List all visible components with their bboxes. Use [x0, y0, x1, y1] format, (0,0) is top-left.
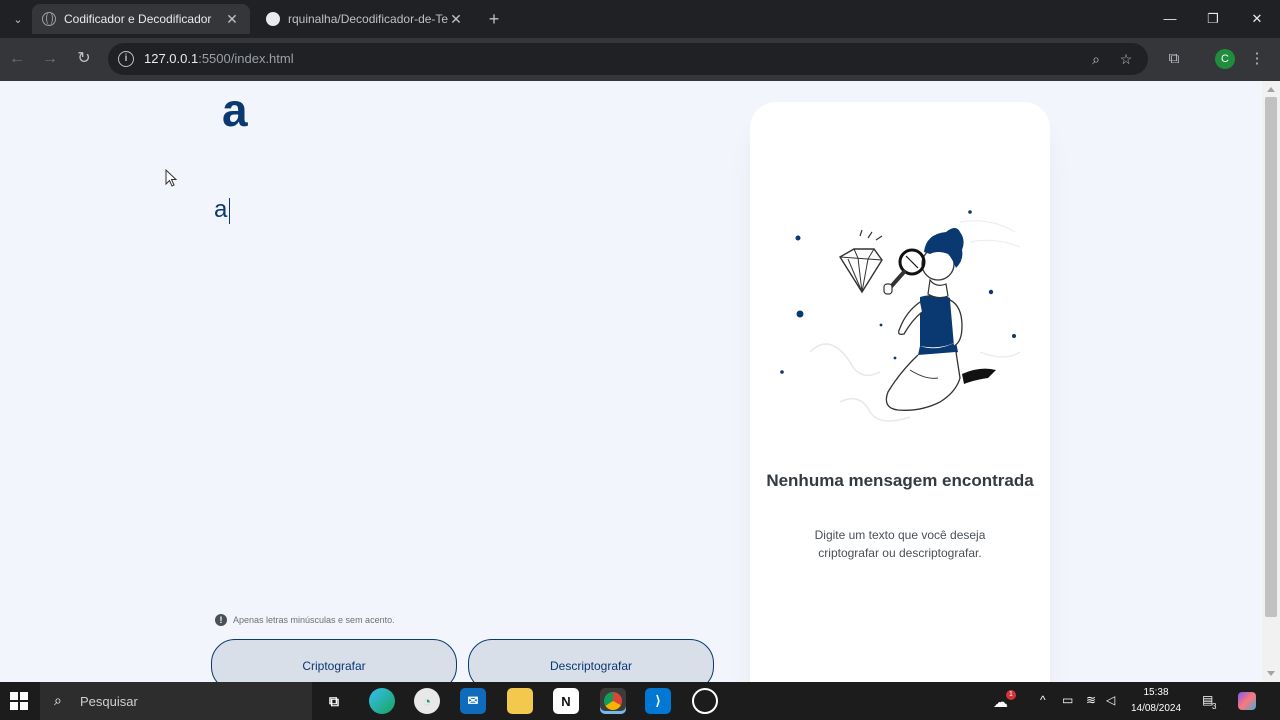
copilot-icon[interactable]	[1238, 692, 1256, 710]
volume-icon[interactable]: ◁	[1106, 693, 1115, 707]
notifications-count: 3	[1212, 702, 1217, 711]
message-input-value: a	[214, 196, 228, 223]
back-arrow-icon[interactable]: ←	[5, 47, 29, 71]
windows-taskbar: ⌕ Pesquisar ⧉ ◔ ✉ N ⟩ ☁ 1 ^ ▭ ≋ ◁ 15:38 …	[0, 682, 1280, 720]
search-placeholder: Pesquisar	[80, 694, 138, 709]
address-bar[interactable]: i 127.0.0.1:5500/index.html ⌕ ☆	[108, 43, 1148, 75]
tab-title: Codificador e Decodificador	[64, 12, 212, 26]
task-view-icon[interactable]: ⧉	[321, 688, 347, 714]
input-hint: ! Apenas letras minúsculas e sem acento.	[215, 614, 395, 626]
file-explorer-icon[interactable]	[507, 688, 533, 714]
forward-arrow-icon[interactable]: →	[38, 47, 62, 71]
browser-tab-strip: ⌄ Codificador e Decodificador ✕ rquinalh…	[0, 0, 1280, 38]
scroll-down-arrow-icon[interactable]	[1267, 671, 1275, 676]
hint-text: Apenas letras minúsculas e sem acento.	[233, 615, 395, 625]
clock-time: 15:38	[1143, 687, 1169, 698]
browser-toolbar: ← → ↻ i 127.0.0.1:5500/index.html ⌕ ☆ ⧉ …	[0, 38, 1280, 81]
github-icon	[266, 12, 280, 26]
empty-state-subtitle: Digite um texto que você deseja criptogr…	[814, 528, 986, 560]
scroll-up-arrow-icon[interactable]	[1267, 87, 1275, 92]
taskbar-clock[interactable]: 15:38 14/08/2024	[1124, 685, 1188, 717]
url-text[interactable]: 127.0.0.1:5500/index.html	[144, 51, 294, 66]
battery-icon[interactable]: ▭	[1062, 693, 1073, 707]
page-viewport: a a ! Apenas letras minúsculas e sem ace…	[0, 81, 1262, 682]
alura-logo: a	[222, 84, 248, 136]
mail-icon[interactable]: ✉	[460, 688, 486, 714]
restore-button[interactable]: ❐	[1198, 6, 1228, 32]
tab-github[interactable]: rquinalha/Decodificador-de-Te ✕	[256, 4, 474, 34]
kebab-menu-icon[interactable]: ⋮	[1245, 47, 1269, 71]
profile-avatar[interactable]: C	[1215, 49, 1235, 69]
extensions-puzzle-icon[interactable]: ⧉	[1162, 47, 1186, 71]
chrome-dev-icon[interactable]: ◔	[414, 688, 440, 714]
show-hidden-icons-chevron-icon[interactable]: ^	[1040, 693, 1046, 707]
text-caret	[229, 197, 231, 224]
vscode-icon[interactable]: ⟩	[645, 688, 671, 714]
site-info-icon[interactable]: i	[118, 51, 134, 67]
person-with-magnifier-illustration	[780, 210, 1021, 422]
reload-icon[interactable]: ↻	[72, 47, 96, 71]
taskbar-search[interactable]: ⌕ Pesquisar	[40, 682, 312, 720]
minimize-button[interactable]: —	[1155, 6, 1185, 32]
encrypt-button[interactable]: Criptografar	[211, 639, 457, 682]
recorder-icon[interactable]	[692, 688, 718, 714]
bookmark-star-icon[interactable]: ☆	[1116, 49, 1136, 69]
tab-search-chevron-icon[interactable]: ⌄	[6, 8, 30, 30]
globe-icon	[42, 12, 56, 26]
close-tab-icon[interactable]: ✕	[224, 11, 240, 27]
close-window-button[interactable]: ✕	[1242, 6, 1272, 32]
chrome-icon[interactable]	[600, 688, 626, 714]
windows-start-icon[interactable]	[10, 692, 28, 710]
mouse-cursor-icon	[165, 169, 178, 187]
message-input[interactable]: a	[214, 196, 714, 576]
info-icon: !	[215, 614, 227, 626]
new-tab-button[interactable]: +	[484, 8, 504, 30]
weather-badge: 1	[1006, 690, 1016, 700]
wifi-icon[interactable]: ≋	[1086, 693, 1096, 707]
zoom-icon[interactable]: ⌕	[1086, 49, 1106, 69]
search-icon: ⌕	[54, 692, 62, 708]
decrypt-button[interactable]: Descriptografar	[468, 639, 714, 682]
page-scrollbar[interactable]	[1262, 81, 1280, 682]
tab-codificador[interactable]: Codificador e Decodificador ✕	[32, 4, 250, 34]
output-card: Nenhuma mensagem encontrada Digite um te…	[750, 102, 1050, 682]
clock-date: 14/08/2024	[1130, 703, 1182, 714]
empty-state-title: Nenhuma mensagem encontrada	[766, 471, 1034, 490]
tab-title: rquinalha/Decodificador-de-Te	[288, 12, 448, 26]
edge-icon[interactable]	[369, 688, 395, 714]
close-tab-icon[interactable]: ✕	[448, 11, 464, 27]
notion-icon[interactable]: N	[553, 688, 579, 714]
scroll-thumb[interactable]	[1265, 97, 1277, 617]
